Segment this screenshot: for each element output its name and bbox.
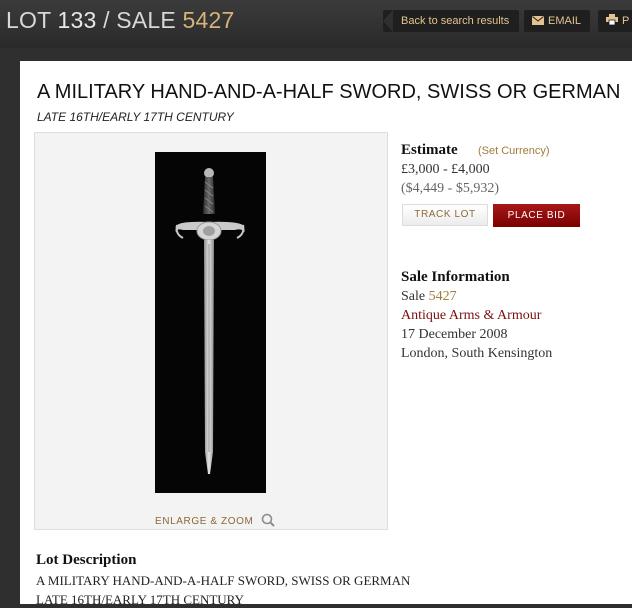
magnifier-icon [261,513,275,527]
sale-location: London, South Kensington [401,346,553,361]
estimate-gbp: £3,000 - £4,000 [401,162,490,177]
envelope-icon [532,16,544,25]
track-lot-button[interactable]: TRACK LOT [402,204,488,226]
sword-image[interactable] [155,152,266,493]
email-label: EMAIL [548,15,582,27]
sale-number-link[interactable]: 5427 [429,289,457,304]
top-bar: LOT 133 / SALE 5427 Back to search resul… [0,0,632,48]
print-label: P [622,15,630,27]
sale-info-heading: Sale Information [401,269,510,285]
print-button[interactable]: P [598,10,632,32]
estimate-usd: ($4,449 - $5,932) [401,181,499,196]
place-bid-button[interactable]: PLACE BID [493,204,580,227]
lot-number: 133 [57,7,97,33]
sale-prefix: SALE [116,7,176,33]
department-link[interactable]: Antique Arms & Armour [401,308,541,324]
enlarge-zoom-link[interactable]: ENLARGE & ZOOM [155,513,275,527]
lot-sale-heading: LOT 133 / SALE 5427 [6,7,234,34]
lot-description-line-1: A MILITARY HAND-AND-A-HALF SWORD, SWISS … [36,573,411,588]
lot-prefix: LOT [6,7,51,33]
sale-label: Sale [401,289,426,304]
lot-description-line-2: LATE 16TH/EARLY 17TH CENTURY [36,592,245,607]
sword-illustration [175,168,245,474]
track-lot-label: TRACK LOT [414,209,476,220]
back-to-search-button[interactable]: Back to search results [383,10,519,32]
enlarge-zoom-label: ENLARGE & ZOOM [155,516,254,527]
lot-image-box: ENLARGE & ZOOM [34,132,388,530]
estimate-heading: Estimate [401,142,458,158]
printer-icon [606,14,618,25]
sale-number-line: Sale 5427 [401,289,457,305]
sale-date: 17 December 2008 [401,327,508,342]
lot-subtitle: LATE 16TH/EARLY 17TH CENTURY [37,110,234,124]
heading-separator: / [103,7,110,33]
set-currency-link[interactable]: (Set Currency) [478,145,550,157]
sale-number: 5427 [182,7,235,33]
lot-title: A MILITARY HAND-AND-A-HALF SWORD, SWISS … [37,81,621,103]
place-bid-label: PLACE BID [507,210,566,221]
lot-detail-panel: A MILITARY HAND-AND-A-HALF SWORD, SWISS … [20,61,632,607]
email-button[interactable]: EMAIL [524,10,590,32]
back-to-search-label: Back to search results [401,15,510,27]
lot-description-heading: Lot Description [36,552,137,568]
